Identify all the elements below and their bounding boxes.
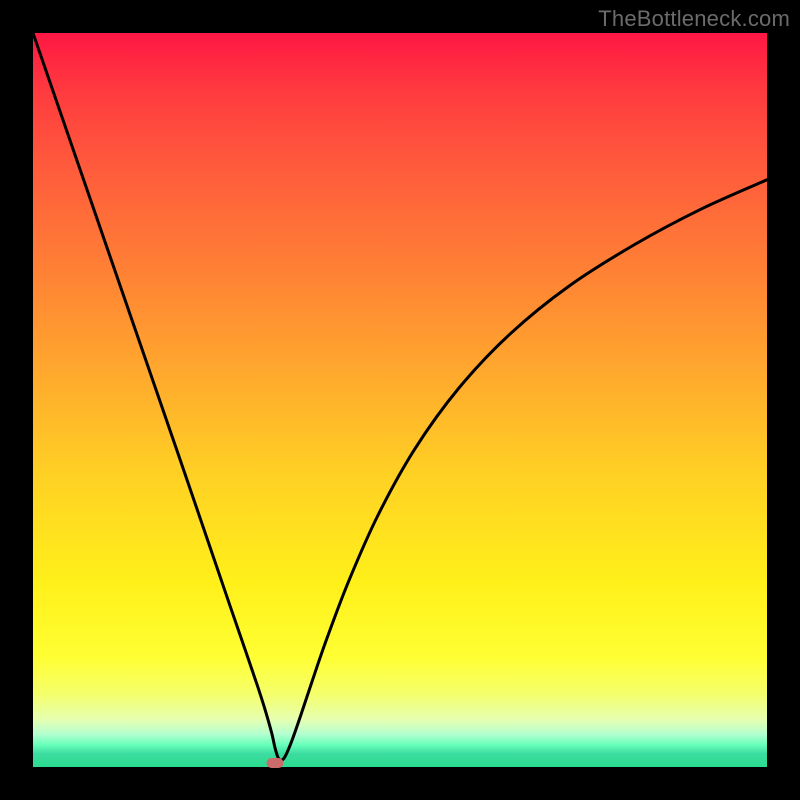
optimal-point-marker xyxy=(267,758,284,768)
chart-frame: TheBottleneck.com xyxy=(0,0,800,800)
watermark-text: TheBottleneck.com xyxy=(598,6,790,32)
plot-area xyxy=(33,33,767,767)
